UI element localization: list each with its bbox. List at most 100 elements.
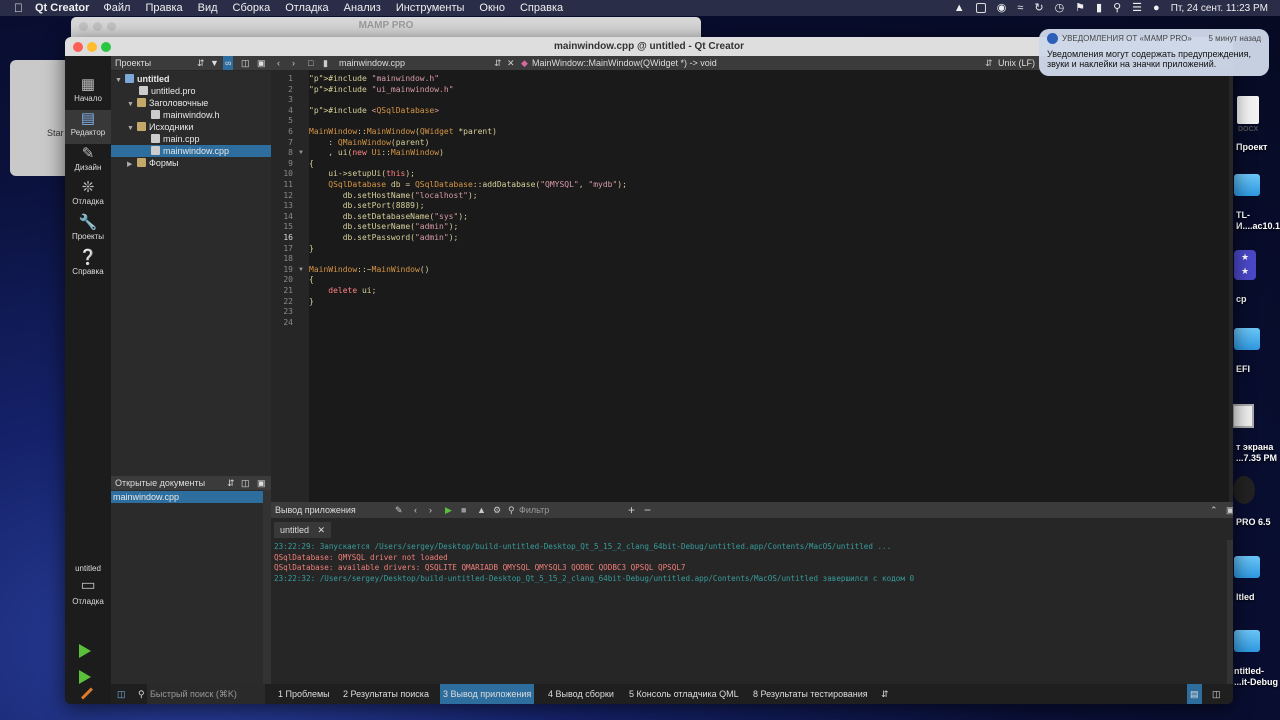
next-icon[interactable]: ›: [429, 502, 432, 518]
app-icon[interactable]: ★ ★: [1234, 250, 1256, 280]
close-window-icon[interactable]: [73, 42, 83, 52]
close-editor-icon[interactable]: ✕: [507, 56, 515, 70]
symbol-combo[interactable]: MainWindow::MainWindow(QWidget *) -> voi…: [532, 56, 972, 70]
control-center-icon[interactable]: ☰: [1132, 2, 1142, 14]
filter-input[interactable]: Фильтр: [519, 502, 549, 518]
code-line[interactable]: db.setHostName("localhost");: [309, 191, 478, 202]
tree-item-file[interactable]: untitled.pro: [139, 85, 196, 97]
zoom-out-icon[interactable]: −: [644, 502, 651, 518]
code-editor[interactable]: "p">#include "mainwindow.h" "p">#include…: [309, 70, 1229, 502]
pane-tab-compile-output[interactable]: 4 Вывод сборки: [545, 684, 617, 704]
wifi-icon[interactable]: ≈: [1017, 2, 1023, 14]
expand-arrow-icon[interactable]: ▼: [127, 123, 137, 135]
notification-banner[interactable]: УВЕДОМЛЕНИЯ ОТ «MAMP PRO» 5 минут назад …: [1039, 29, 1269, 76]
code-line[interactable]: QSqlDatabase db = QSqlDatabase::addDatab…: [309, 180, 627, 191]
collapse-arrow-icon[interactable]: ▶: [127, 159, 137, 171]
build-hammer-icon[interactable]: [80, 687, 94, 700]
menu-file[interactable]: Файл: [103, 2, 130, 14]
split-icon[interactable]: ◫: [241, 56, 250, 70]
mode-help[interactable]: ❔ Справка: [65, 249, 111, 283]
combo-arrows-icon[interactable]: ⇵: [494, 56, 502, 70]
line-ending-combo[interactable]: Unix (LF): [998, 56, 1035, 70]
code-line[interactable]: "p">#include "ui_mainwindow.h": [309, 85, 454, 96]
code-line[interactable]: "p">#include "mainwindow.h": [309, 74, 439, 85]
app-icon[interactable]: [1233, 476, 1255, 504]
mode-welcome[interactable]: ▦ Начало: [65, 76, 111, 110]
previous-icon[interactable]: ‹: [414, 502, 417, 518]
tree-item-project[interactable]: ▼ untitled: [115, 73, 271, 85]
mode-editor[interactable]: ▤ Редактор: [65, 110, 111, 144]
code-line[interactable]: db.setDatabaseName("sys");: [309, 212, 468, 223]
menu-window[interactable]: Окно: [479, 2, 505, 14]
locator-input[interactable]: Быстрый поиск (⌘K): [147, 684, 265, 704]
pane-tab-issues[interactable]: 1 Проблемы: [275, 684, 333, 704]
code-line[interactable]: }: [309, 297, 314, 308]
minimize-window-icon[interactable]: [87, 42, 97, 52]
menu-build[interactable]: Сборка: [233, 2, 271, 14]
docx-file-icon[interactable]: [1237, 96, 1259, 124]
mode-debug[interactable]: ❊ Отладка: [65, 179, 111, 213]
folder-icon[interactable]: [1234, 328, 1260, 350]
code-line[interactable]: {: [309, 275, 314, 286]
back-arrow-icon[interactable]: ‹: [277, 56, 280, 70]
toggle-sidebar-icon[interactable]: ◫: [114, 684, 129, 704]
fold-arrow-icon[interactable]: ▼: [298, 150, 304, 156]
search-icon[interactable]: ⚲: [1113, 2, 1121, 14]
tree-item-forms[interactable]: ▶ Формы: [127, 157, 179, 169]
code-line[interactable]: ui->setupUi(this);: [309, 169, 415, 180]
folder-icon[interactable]: [1234, 630, 1260, 652]
more-tabs-arrows-icon[interactable]: ⇵: [878, 684, 892, 704]
scrollbar[interactable]: [263, 490, 271, 684]
tree-item-headers[interactable]: ▼ Заголовочные: [127, 97, 208, 109]
split-icon[interactable]: ◫: [241, 476, 250, 490]
code-line[interactable]: db.setUserName("admin");: [309, 222, 459, 233]
pane-tab-application-output[interactable]: 3 Вывод приложения: [440, 684, 535, 704]
filter-icon[interactable]: ▼: [210, 56, 219, 70]
mamp-window[interactable]: MAMP PRO: [71, 17, 701, 39]
pane-tab-search-results[interactable]: 2 Результаты поиска: [340, 684, 432, 704]
kit-selector[interactable]: untitled ▭ Отладка: [65, 563, 111, 615]
settings-gear-icon[interactable]: ⚙: [493, 502, 501, 518]
code-line[interactable]: MainWindow::~MainWindow(): [309, 265, 429, 276]
close-pane-icon[interactable]: ▣: [1226, 502, 1233, 518]
background-window[interactable]: Star: [10, 60, 70, 176]
debug-run-icon[interactable]: [79, 670, 91, 684]
menu-edit[interactable]: Правка: [145, 2, 182, 14]
code-line[interactable]: : QMainWindow(parent): [309, 138, 429, 149]
menu-debug[interactable]: Отладка: [285, 2, 328, 14]
sync-icon[interactable]: ↻: [1034, 2, 1043, 14]
open-file-combo[interactable]: mainwindow.cpp: [339, 56, 489, 70]
forward-arrow-icon[interactable]: ›: [292, 56, 295, 70]
expand-arrow-icon[interactable]: ▼: [127, 99, 137, 111]
clean-output-icon[interactable]: ✎: [395, 502, 403, 518]
apple-menu-icon[interactable]: : [14, 1, 23, 15]
combo-arrows-icon[interactable]: ⇵: [985, 56, 993, 70]
code-line[interactable]: db.setPassword("admin");: [309, 233, 459, 244]
sync-link-icon[interactable]: ∞: [223, 56, 234, 70]
folder-icon[interactable]: [1234, 174, 1260, 196]
close-tab-icon[interactable]: ✕: [318, 525, 326, 535]
tree-item-file-selected[interactable]: mainwindow.cpp: [111, 145, 271, 157]
tree-item-file[interactable]: mainwindow.h: [151, 109, 220, 121]
close-panel-icon[interactable]: ▣: [257, 56, 266, 70]
expand-arrow-icon[interactable]: ▼: [115, 75, 125, 87]
maximize-pane-icon[interactable]: ⌃: [1210, 502, 1218, 518]
stop-icon[interactable]: ■: [461, 502, 466, 518]
run-icon[interactable]: [79, 644, 91, 658]
screenshot-file-icon[interactable]: [1232, 404, 1254, 428]
folder-icon[interactable]: [1234, 556, 1260, 578]
open-doc-item[interactable]: mainwindow.cpp: [111, 491, 263, 503]
clock[interactable]: Пт, 24 сент. 11:23 PM: [1171, 3, 1268, 14]
code-line[interactable]: delete ui;: [309, 286, 376, 297]
qt-creator-window[interactable]: mainwindow.cpp @ untitled - Qt Creator ▦…: [65, 37, 1233, 704]
fold-arrow-icon[interactable]: ▼: [298, 267, 304, 273]
window-status-icon[interactable]: [975, 3, 986, 13]
code-line[interactable]: "p">#include <QSqlDatabase>: [309, 106, 439, 117]
pane-tab-test-results[interactable]: 8 Результаты тестирования: [750, 684, 871, 704]
siri-icon[interactable]: ●: [1153, 2, 1160, 14]
open-docs-header[interactable]: Открытые документы ⇵ ◫ ▣: [111, 476, 271, 490]
sort-arrows-icon[interactable]: ⇵: [227, 476, 235, 490]
status-menu-icon[interactable]: ▲: [954, 2, 965, 14]
mode-design[interactable]: ✎ Дизайн: [65, 145, 111, 179]
battery-icon[interactable]: ▮: [1096, 2, 1102, 14]
